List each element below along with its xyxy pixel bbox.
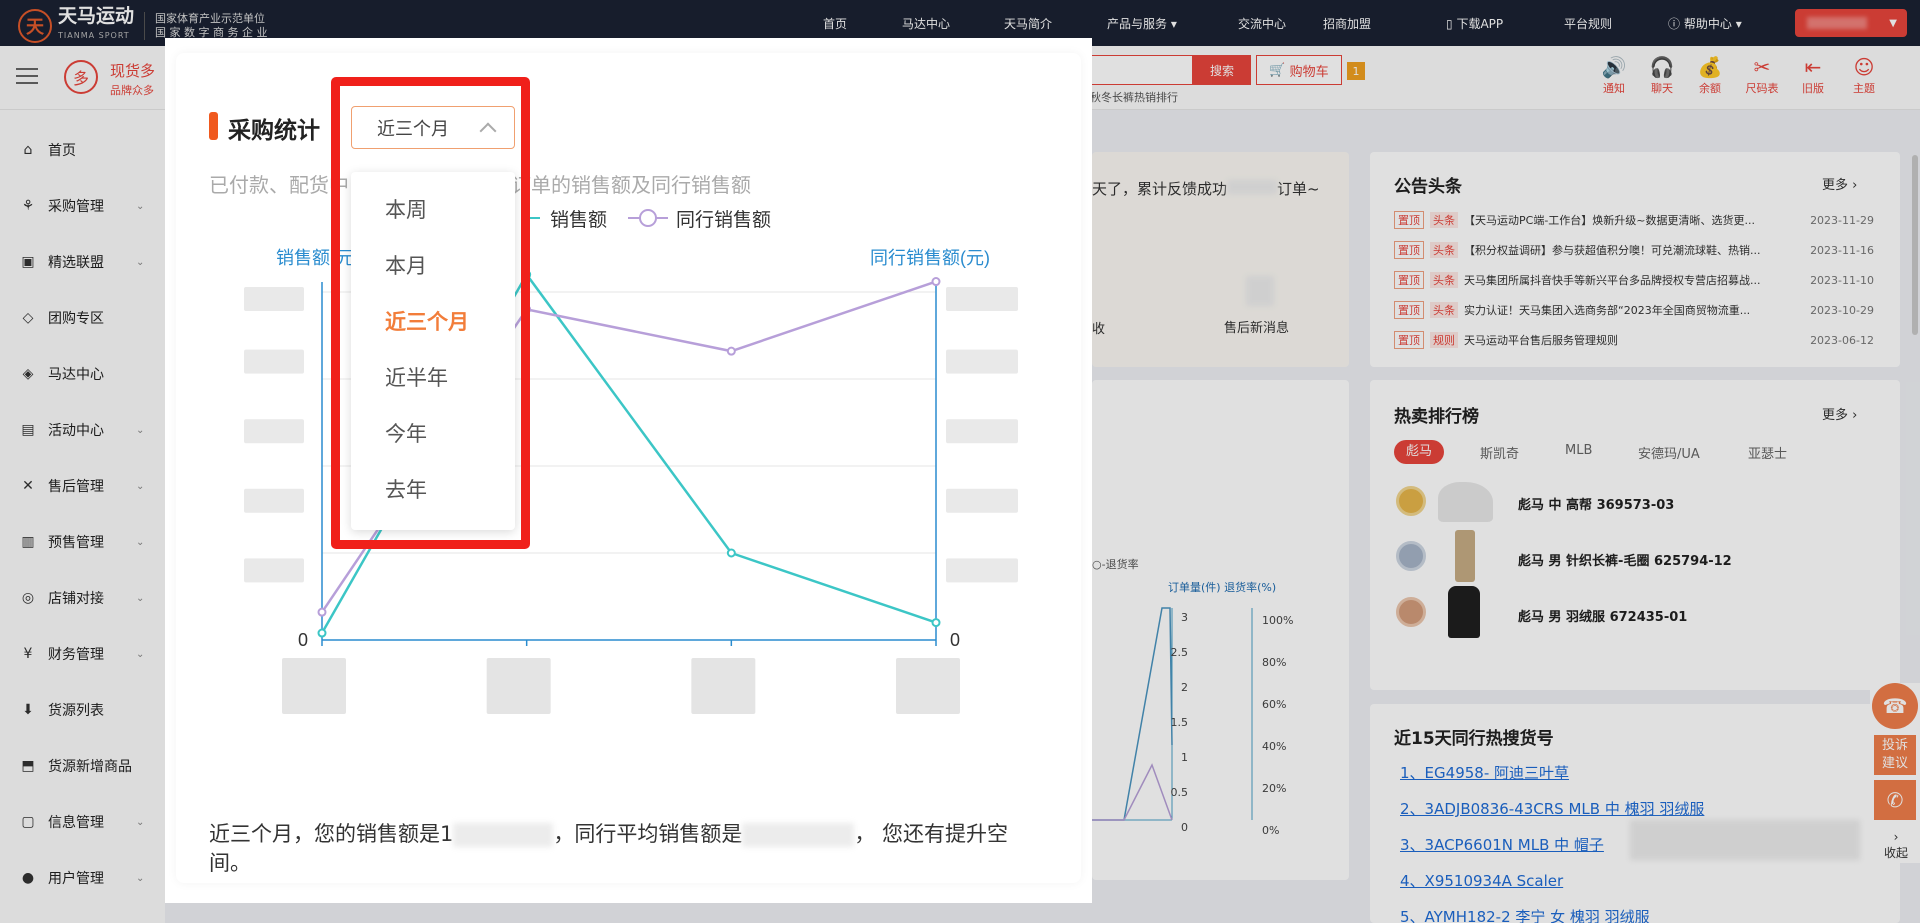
y-right-tick-label: 0: [950, 630, 960, 650]
legend-peer-label: 同行销售额: [676, 209, 771, 231]
blurred-x-label: [691, 658, 756, 714]
blurred-tick-label: [946, 558, 1018, 583]
data-point-peer[interactable]: [931, 277, 941, 287]
legend-sales-label: 销售额: [550, 209, 607, 231]
blurred-tick-label: [244, 558, 304, 583]
y-axis-right-title: 同行销售额(元): [870, 248, 990, 268]
blurred-tick-label: [946, 488, 1018, 513]
title-accent-bar: [209, 112, 218, 140]
blurred-x-label: [896, 658, 960, 714]
legend-peer-swatch: [639, 209, 657, 227]
blurred-tick-label: [946, 349, 1018, 374]
red-highlight-box: [331, 77, 530, 549]
summary-text: 近三个月，您的销售额是1 ，同行平均销售额是， 您还有提升空间。: [209, 822, 1009, 875]
sales-line-chart: 销售额 同行销售额销售额(元) 同行销售额(元)0 0: [244, 209, 1018, 714]
data-point-sales[interactable]: [931, 618, 941, 628]
data-point-sales[interactable]: [317, 628, 327, 638]
blurred-tick-label: [244, 419, 304, 444]
data-point-peer[interactable]: [317, 607, 327, 617]
blurred-x-label: [486, 658, 551, 714]
blurred-x-label: [282, 658, 346, 714]
data-point-sales[interactable]: [726, 548, 736, 558]
blurred-tick-label: [244, 349, 304, 374]
blurred-tick-label: [946, 419, 1018, 444]
blurred-tick-label: [946, 286, 1018, 311]
y-tick-label: 0: [298, 630, 308, 650]
modal-title: 采购统计: [228, 118, 320, 144]
blurred-tick-label: [244, 286, 304, 311]
blurred-tick-label: [244, 488, 304, 513]
data-point-peer[interactable]: [726, 346, 736, 356]
